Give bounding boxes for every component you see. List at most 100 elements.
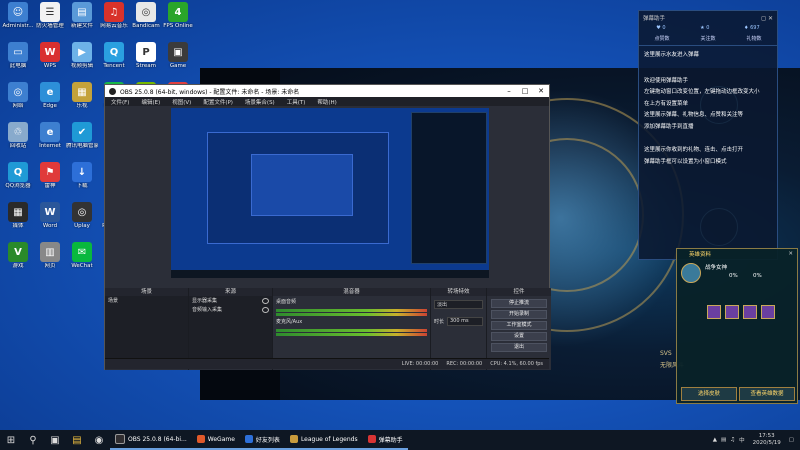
obs-preview-canvas[interactable] bbox=[171, 108, 489, 278]
eye-icon[interactable] bbox=[262, 297, 269, 304]
source-item-audio[interactable]: 音频输入采集 bbox=[189, 305, 272, 314]
start-recording-button[interactable]: 开始录制 bbox=[491, 310, 547, 319]
obs-titlebar[interactable]: OBS 25.0.8 (64-bit, windows) - 配置文件: 未命名… bbox=[105, 85, 549, 97]
scenes-list[interactable]: 场景 bbox=[105, 296, 188, 358]
desktop-icon[interactable]: ☰ 防火墙管理 bbox=[34, 2, 66, 29]
desktop-icon[interactable]: W Word bbox=[34, 202, 66, 229]
search-icon[interactable]: ⚲ bbox=[22, 430, 44, 450]
notification-icon[interactable]: ▢ bbox=[789, 437, 794, 443]
source-item-display[interactable]: 显示器采集 bbox=[189, 296, 272, 305]
desktop-icon[interactable]: ▶ 视频剪辑 bbox=[66, 42, 98, 69]
windows-start-icon[interactable]: ⊞ bbox=[0, 430, 22, 450]
desktop-icon-label: Edge bbox=[43, 103, 57, 109]
desktop-app-icon: ♲ bbox=[8, 122, 28, 142]
close-icon[interactable]: ◻ ✕ bbox=[761, 15, 777, 22]
clock[interactable]: 17:53 2020/5/19 bbox=[749, 433, 785, 447]
taskbar-app-friends[interactable]: 好友列表 bbox=[239, 430, 285, 450]
skill-icon[interactable] bbox=[761, 305, 775, 319]
chat-message: 左键拖动窗口改变位置，左键拖动边框改变大小 bbox=[644, 89, 760, 95]
transition-type-select[interactable]: 淡出 bbox=[434, 300, 483, 309]
folder-icon[interactable]: ▤ bbox=[66, 430, 88, 450]
taskbar-app-obs[interactable]: OBS 25.0.8 (64-bi... bbox=[110, 430, 192, 450]
game-text-svs: SVS bbox=[660, 350, 672, 357]
menu-file[interactable]: 文件(F) bbox=[105, 98, 135, 106]
danmaku-panel[interactable]: 弹幕助手 ◻ ✕ ♥ 0 ★ 0 ♦ 697 点赞数 关注数 礼物数 这里展示水… bbox=[638, 10, 778, 260]
desktop-icon[interactable]: e Edge bbox=[34, 82, 66, 109]
taskbar-app-league[interactable]: League of Legends bbox=[284, 430, 363, 450]
desktop-icon[interactable]: ▤ 新建文件 bbox=[66, 2, 98, 29]
desktop-icon[interactable]: P Stream bbox=[130, 42, 162, 69]
menu-edit[interactable]: 编辑(E) bbox=[135, 98, 166, 106]
tray-icon[interactable]: ▲ bbox=[713, 437, 717, 443]
obs-app-icon bbox=[109, 87, 116, 95]
desktop-icon[interactable]: ▥ 网页 bbox=[34, 242, 66, 269]
desktop-icon[interactable]: ◎ Uplay bbox=[66, 202, 98, 229]
menu-view[interactable]: 视图(V) bbox=[166, 98, 197, 106]
desktop-icon[interactable]: ◎ Bandicam bbox=[130, 2, 162, 29]
close-icon[interactable]: ✕ bbox=[533, 87, 549, 95]
network-icon[interactable]: ▤ bbox=[721, 437, 726, 443]
volume-icon[interactable]: ♫ bbox=[730, 437, 735, 443]
desktop-icon[interactable]: e Internet bbox=[34, 122, 66, 149]
tab-likes[interactable]: 点赞数 bbox=[654, 35, 669, 45]
steam-icon[interactable]: ◉ bbox=[88, 430, 110, 450]
taskbar-app-danmaku[interactable]: 弹幕助手 bbox=[362, 430, 408, 450]
desktop-icon[interactable]: W WPS bbox=[34, 42, 66, 69]
desktop-icon-label: FPS Online bbox=[163, 23, 193, 29]
menu-profile[interactable]: 配置文件(P) bbox=[197, 98, 239, 106]
tab-follows[interactable]: 关注数 bbox=[700, 35, 715, 45]
settings-button[interactable]: 设置 bbox=[491, 332, 547, 341]
skill-icon[interactable] bbox=[725, 305, 739, 319]
desktop-icon[interactable]: 4 FPS Online bbox=[162, 2, 194, 29]
desktop-icon[interactable]: ♫ 网易云音乐 bbox=[98, 2, 130, 29]
studio-mode-button[interactable]: 工作室模式 bbox=[491, 321, 547, 330]
desktop-icon[interactable]: ↓ 下载 bbox=[66, 162, 98, 189]
desktop-icon[interactable]: Q Tencent bbox=[98, 42, 130, 69]
status-live: LIVE: 00:00:00 bbox=[401, 361, 439, 367]
preview-nested-obs-2 bbox=[251, 154, 353, 216]
skill-icon[interactable] bbox=[707, 305, 721, 319]
desktop-icon-label: QQ浏览器 bbox=[5, 183, 31, 189]
scene-item[interactable]: 场景 bbox=[105, 296, 188, 305]
desktop-icon[interactable]: ⚑ 雷神 bbox=[34, 162, 66, 189]
menu-help[interactable]: 帮助(H) bbox=[311, 98, 342, 106]
desktop-app-icon: e bbox=[40, 82, 60, 102]
desktop-icon[interactable]: ▦ 乐视 bbox=[66, 82, 98, 109]
minimize-icon[interactable]: – bbox=[501, 87, 517, 95]
hero-info-panel[interactable]: 英雄资料 ✕ 战争女神 0% 0% 选择皮肤 查看英雄数据 bbox=[676, 248, 798, 404]
desktop-icon[interactable]: ✔ 腾讯电脑管家 bbox=[66, 122, 98, 149]
desktop-icon[interactable]: ◎ 网络 bbox=[2, 82, 34, 109]
hero-panel-header: 英雄资料 ✕ bbox=[677, 249, 797, 259]
skill-icon[interactable] bbox=[743, 305, 757, 319]
maximize-icon[interactable]: □ bbox=[517, 87, 533, 95]
desktop-icon[interactable]: ▭ 此电脑 bbox=[2, 42, 34, 69]
eye-icon[interactable] bbox=[262, 306, 269, 313]
exit-button[interactable]: 退出 bbox=[491, 343, 547, 352]
hero-data-button[interactable]: 查看英雄数据 bbox=[739, 387, 795, 401]
desktop-icon[interactable]: ▣ Game bbox=[162, 42, 194, 69]
close-icon[interactable]: ✕ bbox=[788, 251, 797, 257]
mixer-mic-label: 麦克风/Aux bbox=[276, 319, 303, 325]
desktop-icon-label: 网络 bbox=[12, 103, 24, 109]
taskbar-app-wegame[interactable]: WeGame bbox=[191, 430, 240, 450]
menu-tools[interactable]: 工具(T) bbox=[281, 98, 312, 106]
desktop-icon[interactable]: ♲ 回收站 bbox=[2, 122, 34, 149]
task-view-icon[interactable]: ▣ bbox=[44, 430, 66, 450]
stop-streaming-button[interactable]: 停止推流 bbox=[491, 299, 547, 308]
desktop-icon[interactable]: ☺ Administr... bbox=[2, 2, 34, 29]
sources-list[interactable]: 显示器采集 音频输入采集 bbox=[189, 296, 272, 358]
menu-scene-collection[interactable]: 场景集合(S) bbox=[239, 98, 281, 106]
hero-panel-title: 英雄资料 bbox=[689, 252, 712, 258]
transitions-header: 转场特效 bbox=[431, 288, 486, 296]
select-skin-button[interactable]: 选择皮肤 bbox=[681, 387, 737, 401]
desktop-icon[interactable]: ▦ 媒体 bbox=[2, 202, 34, 229]
desktop-icon[interactable]: ✉ WeChat bbox=[66, 242, 98, 269]
obs-statusbar: LIVE: 00:00:00 REC: 00:00:00 CPU: 4.1%, … bbox=[105, 358, 549, 369]
desktop-icon[interactable]: V 游戏 bbox=[2, 242, 34, 269]
obs-window[interactable]: OBS 25.0.8 (64-bit, windows) - 配置文件: 未命名… bbox=[104, 84, 551, 370]
input-language[interactable]: 中 bbox=[739, 436, 745, 444]
transition-duration-input[interactable]: 300 ms bbox=[447, 317, 483, 326]
tab-gifts[interactable]: 礼物数 bbox=[746, 35, 761, 45]
desktop-icon[interactable]: Q QQ浏览器 bbox=[2, 162, 34, 189]
friends-icon bbox=[244, 435, 253, 443]
